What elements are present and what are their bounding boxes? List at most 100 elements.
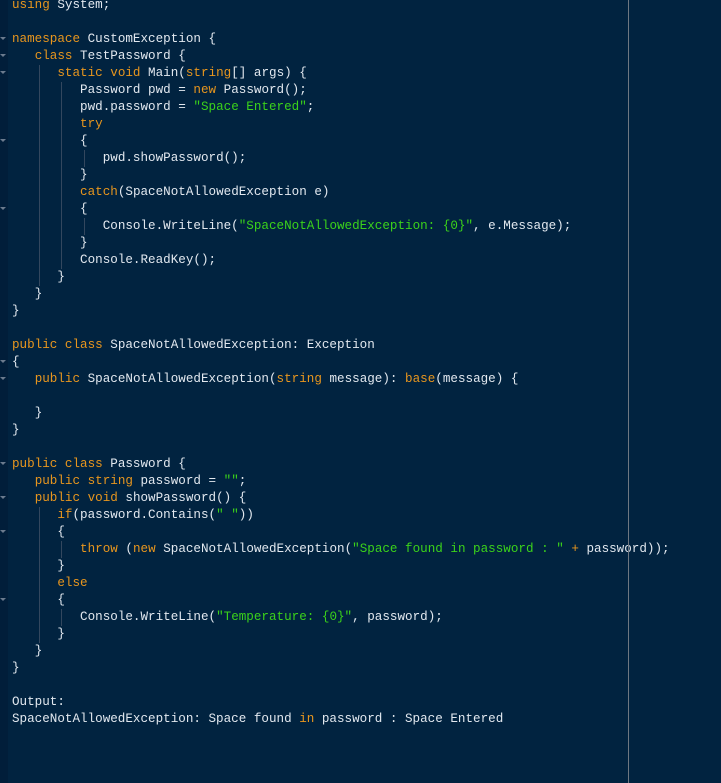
code-line[interactable]: public SpaceNotAllowedException(string m… — [0, 371, 670, 388]
fold-toggle-icon[interactable] — [0, 139, 6, 142]
code-line[interactable]: throw (new SpaceNotAllowedException("Spa… — [12, 541, 670, 558]
code-token: , password); — [352, 610, 443, 624]
fold-toggle-icon[interactable] — [0, 54, 6, 57]
code-token: } — [12, 661, 20, 675]
code-token: Console.WriteLine( — [80, 610, 217, 624]
code-line[interactable]: } — [12, 167, 670, 184]
code-line[interactable] — [12, 320, 670, 337]
code-line[interactable]: } — [12, 558, 670, 575]
code-token: Console.WriteLine( — [102, 219, 239, 233]
code-line[interactable]: pwd.showPassword(); — [12, 150, 670, 167]
code-line[interactable] — [12, 439, 670, 456]
string-token: "SpaceNotAllowedException: {0}" — [238, 219, 474, 233]
code-line[interactable]: else — [12, 575, 670, 592]
keyword-token: using — [12, 0, 50, 12]
code-token: (SpaceNotAllowedException e) — [117, 185, 330, 199]
code-line[interactable]: } — [12, 643, 670, 660]
code-line[interactable]: static void Main(string[] args) { — [0, 65, 670, 82]
code-line[interactable]: { — [0, 592, 670, 609]
fold-toggle-icon[interactable] — [0, 462, 6, 465]
fold-toggle-icon[interactable] — [0, 207, 6, 210]
keyword-token: public class — [12, 338, 103, 352]
code-token: } — [80, 168, 88, 182]
code-line[interactable]: Console.WriteLine("SpaceNotAllowedExcept… — [12, 218, 670, 235]
code-token: ; — [306, 100, 315, 114]
code-token: Password pwd = — [80, 83, 194, 97]
keyword-token: public string — [34, 474, 133, 488]
fold-toggle-icon[interactable] — [0, 360, 6, 363]
code-line[interactable]: class TestPassword { — [0, 48, 670, 65]
code-line[interactable]: public class Password { — [0, 456, 670, 473]
code-line[interactable]: Output: — [12, 694, 670, 711]
code-line[interactable]: pwd.password = "Space Entered"; — [12, 99, 670, 116]
code-line[interactable] — [12, 14, 670, 31]
code-line[interactable]: { — [0, 524, 670, 541]
code-line[interactable]: Password pwd = new Password(); — [12, 82, 670, 99]
code-line[interactable]: } — [12, 422, 670, 439]
code-line[interactable]: try — [12, 116, 670, 133]
keyword-token: catch — [80, 185, 118, 199]
fold-toggle-icon[interactable] — [0, 377, 6, 380]
code-line[interactable]: catch(SpaceNotAllowedException e) — [12, 184, 670, 201]
code-area[interactable]: using System; namespace CustomException … — [0, 0, 670, 728]
code-token: } — [34, 287, 43, 301]
code-line[interactable]: Console.WriteLine("Temperature: {0}", pa… — [12, 609, 670, 626]
keyword-token: new — [193, 83, 217, 97]
code-token: SpaceNotAllowedException( — [80, 372, 277, 386]
code-token: SpaceNotAllowedException: Exception — [102, 338, 375, 352]
code-line[interactable]: } — [12, 405, 670, 422]
fold-toggle-icon[interactable] — [0, 530, 6, 533]
code-line[interactable]: { — [0, 354, 670, 371]
code-line[interactable]: } — [12, 660, 670, 677]
code-line[interactable]: { — [0, 201, 670, 218]
code-line[interactable]: public class SpaceNotAllowedException: E… — [12, 337, 670, 354]
code-line[interactable]: } — [12, 286, 670, 303]
code-line[interactable]: SpaceNotAllowedException: Space found in… — [12, 711, 670, 728]
code-token: } — [34, 644, 43, 658]
fold-toggle-icon[interactable] — [0, 37, 6, 40]
code-token: System; — [49, 0, 111, 12]
code-line[interactable]: public string password = ""; — [12, 473, 670, 490]
code-line[interactable] — [12, 388, 670, 405]
code-token: Main( — [140, 66, 186, 80]
code-line[interactable]: } — [12, 235, 670, 252]
keyword-token: namespace — [12, 32, 81, 46]
string-token: "Space Entered" — [193, 100, 307, 114]
code-line[interactable]: public void showPassword() { — [0, 490, 670, 507]
code-line[interactable]: if(password.Contains(" ")) — [12, 507, 670, 524]
code-line[interactable] — [12, 677, 670, 694]
code-line[interactable]: namespace CustomException { — [0, 31, 670, 48]
code-line[interactable]: using System; — [12, 0, 670, 14]
fold-toggle-icon[interactable] — [0, 71, 6, 74]
keyword-token: public void — [34, 491, 118, 505]
code-token: Console.ReadKey(); — [80, 253, 217, 267]
code-line[interactable]: } — [12, 626, 670, 643]
code-token: Output: — [12, 695, 65, 709]
string-token: " " — [216, 508, 239, 522]
code-line[interactable]: } — [12, 269, 670, 286]
code-token: { — [80, 134, 88, 148]
code-line[interactable]: } — [12, 303, 670, 320]
fold-toggle-icon[interactable] — [0, 598, 6, 601]
code-token: password)); — [578, 542, 670, 556]
code-line[interactable]: { — [0, 133, 670, 150]
keyword-token: + — [571, 542, 579, 556]
code-editor[interactable]: using System; namespace CustomException … — [0, 0, 721, 783]
fold-toggle-icon[interactable] — [0, 496, 6, 499]
code-line[interactable]: Console.ReadKey(); — [12, 252, 670, 269]
